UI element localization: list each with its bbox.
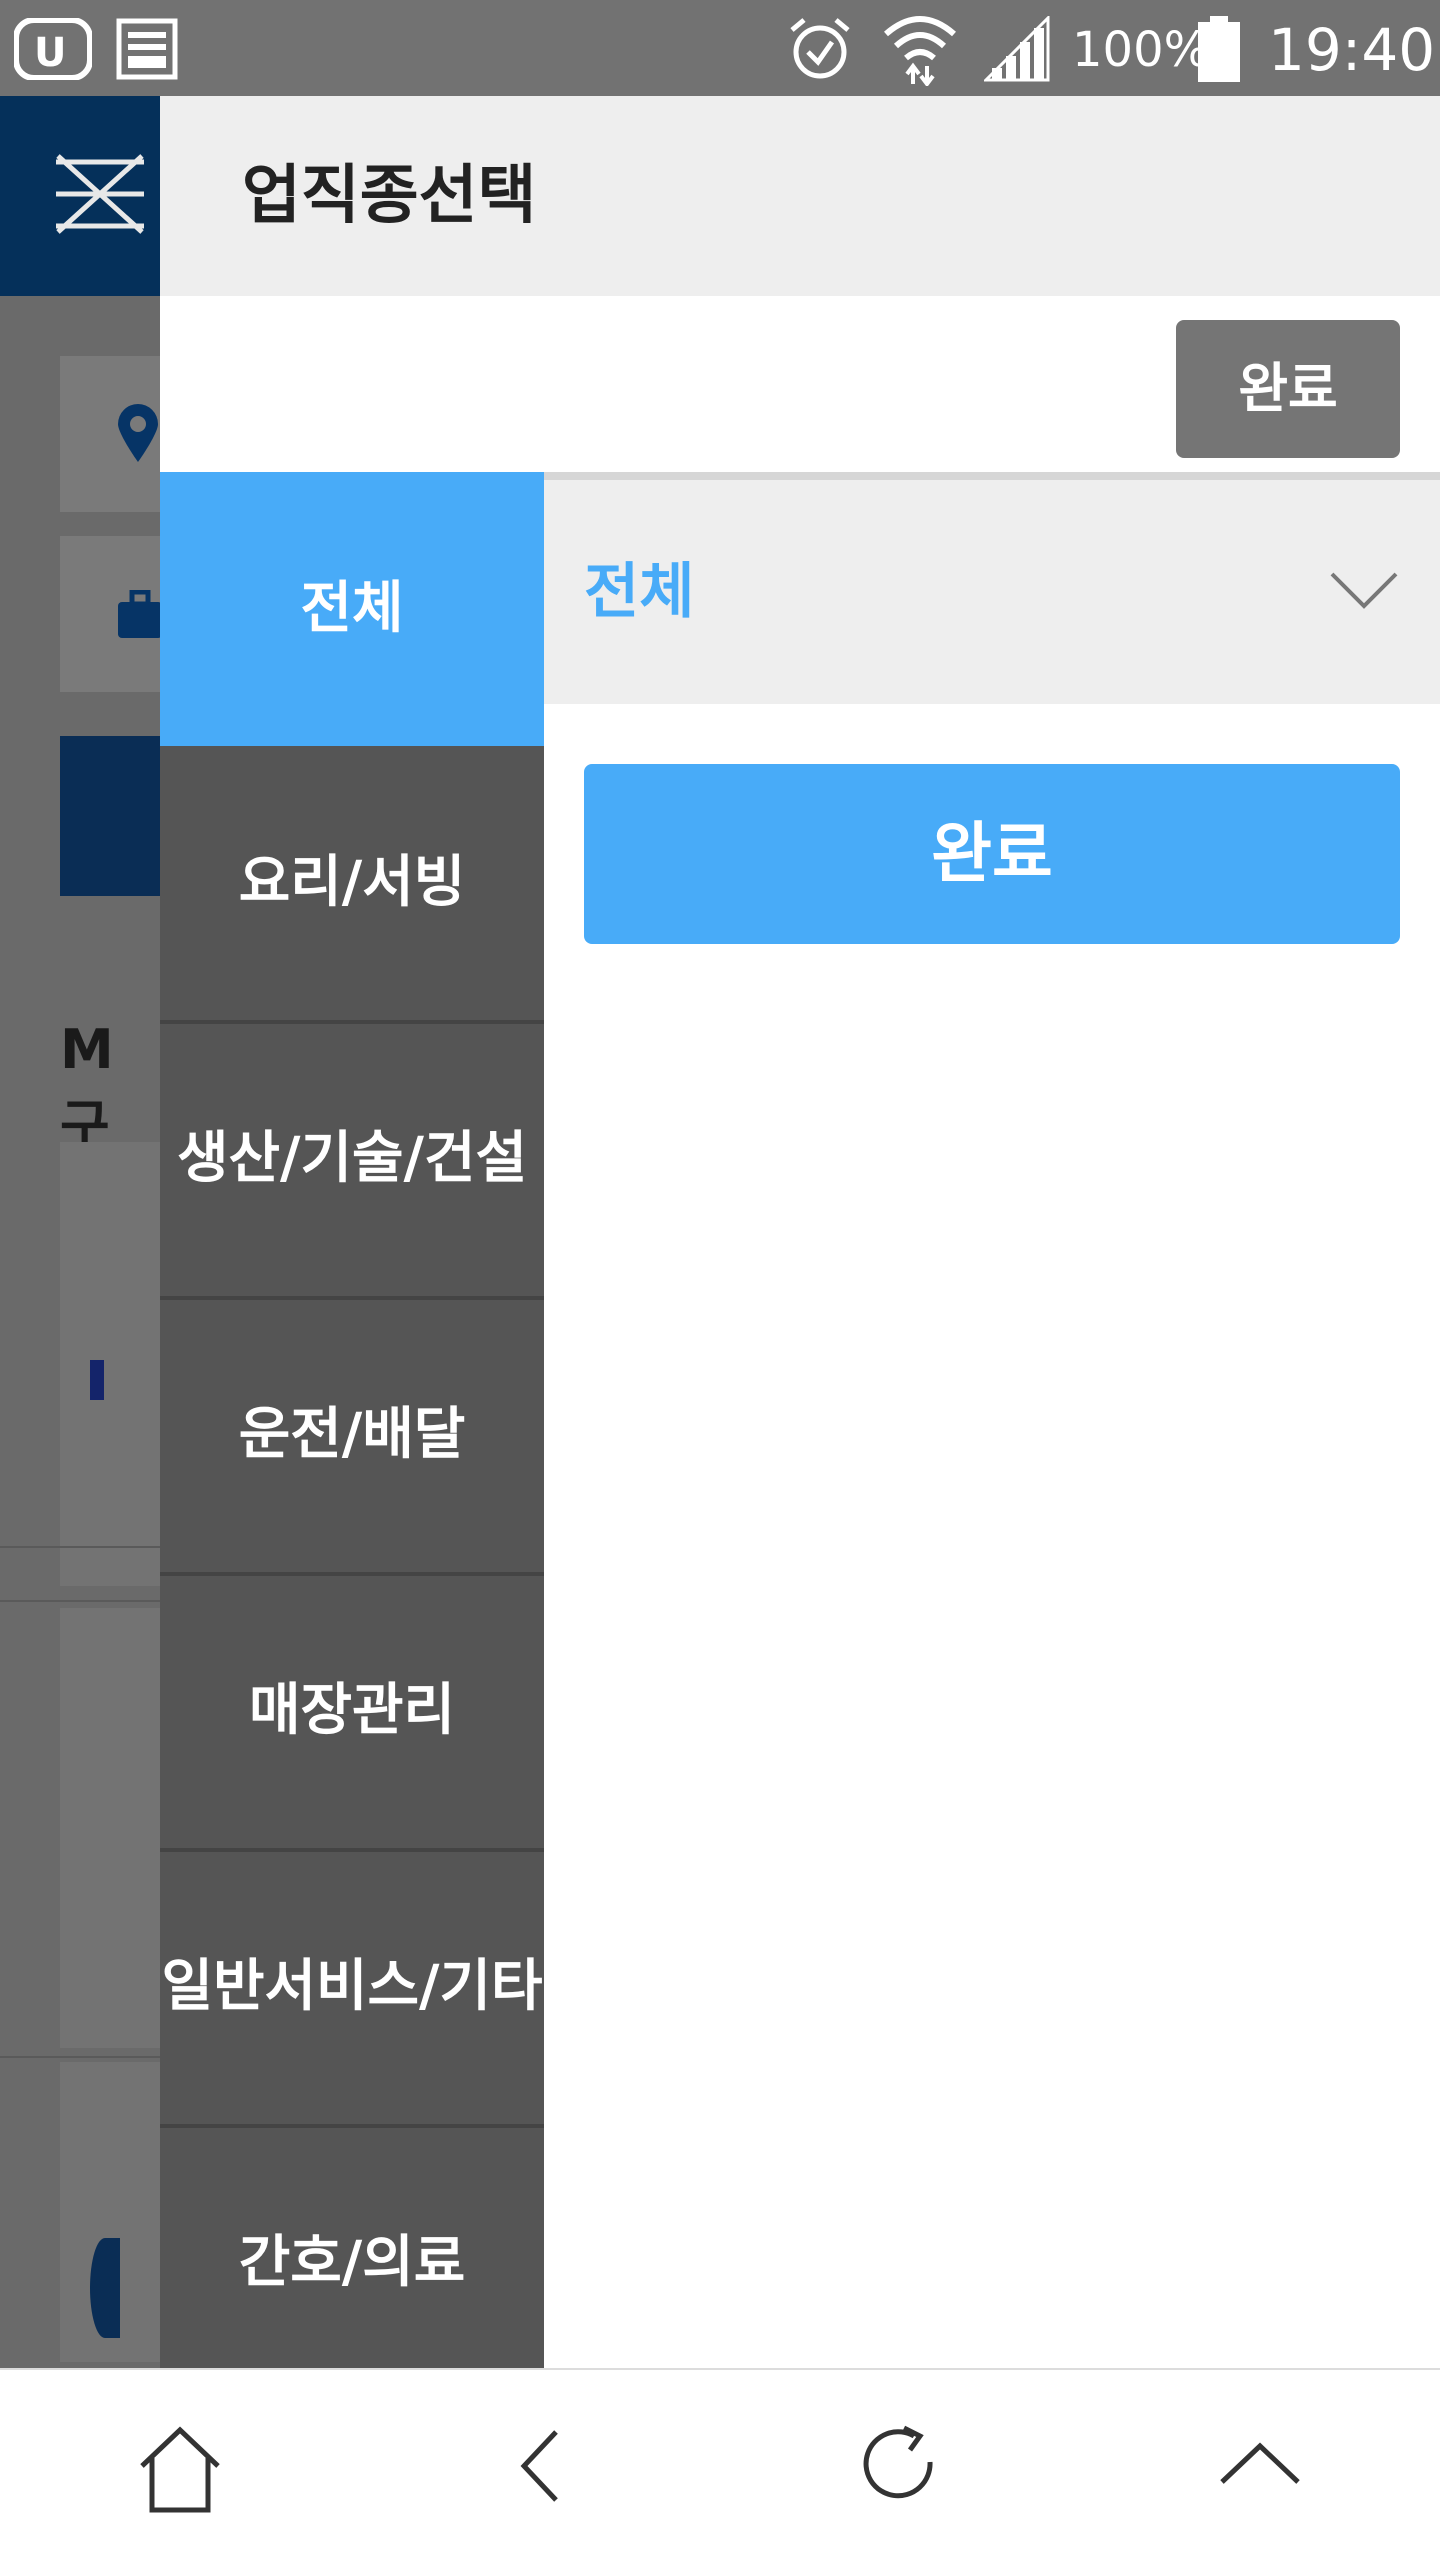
calendar-app-icon (116, 18, 178, 80)
list-card-bg-2 (60, 1608, 160, 2048)
chevron-down-icon (1330, 572, 1398, 609)
list-card-bg (60, 1142, 160, 1586)
refresh-icon[interactable] (844, 2410, 956, 2522)
battery-icon (1198, 16, 1240, 82)
category-list: 전체 요리/서빙 생산/기술/건설 운전/배달 매장관리 일반서비스/기타 간호… (160, 472, 544, 2370)
drawer-toolbar: 완료 (160, 296, 1440, 472)
uplus-app-icon: U (14, 18, 92, 80)
browser-bottom-nav (0, 2368, 1440, 2562)
location-pin-icon (118, 404, 158, 462)
status-bar: U 100% 19:40 (0, 0, 1440, 96)
background-header (0, 96, 160, 296)
category-item-store-management[interactable]: 매장관리 (160, 1574, 544, 1852)
wifi-icon (884, 16, 956, 86)
alarm-icon (790, 18, 850, 79)
category-item-general-service[interactable]: 일반서비스/기타 (160, 1850, 544, 2128)
scroll-up-icon[interactable] (1204, 2410, 1316, 2522)
done-button[interactable]: 완료 (584, 764, 1400, 944)
battery-percent: 100% (1072, 22, 1210, 78)
category-item-cooking-serving[interactable]: 요리/서빙 (160, 746, 544, 1024)
signal-icon (984, 16, 1050, 82)
back-icon[interactable] (484, 2410, 596, 2522)
category-item-nursing-medical[interactable]: 간호/의료 (160, 2126, 544, 2370)
search-button-bg[interactable] (60, 736, 160, 896)
clock: 19:40 (1268, 16, 1436, 84)
home-icon[interactable] (124, 2410, 236, 2522)
briefcase-icon (118, 590, 160, 638)
top-done-button[interactable]: 완료 (1176, 320, 1400, 458)
section-title-partial: M구 (60, 1018, 114, 1157)
category-item-all[interactable]: 전체 (160, 472, 544, 746)
menu-close-icon[interactable] (52, 152, 148, 236)
location-filter-card[interactable] (60, 356, 160, 512)
background-page: M구 (0, 96, 160, 2370)
category-item-production-construction[interactable]: 생산/기술/건설 (160, 1022, 544, 1300)
drawer-title: 업직종선택 (242, 159, 537, 233)
subcategory-dropdown[interactable]: 전체 (544, 480, 1440, 704)
job-filter-card[interactable] (60, 536, 160, 692)
svg-text:U: U (34, 30, 66, 76)
list-card-bg-3 (60, 2062, 160, 2362)
drawer-header: 업직종선택 (160, 96, 1440, 296)
subcategory-selected-label: 전체 (584, 557, 695, 627)
category-item-driving-delivery[interactable]: 운전/배달 (160, 1298, 544, 1576)
